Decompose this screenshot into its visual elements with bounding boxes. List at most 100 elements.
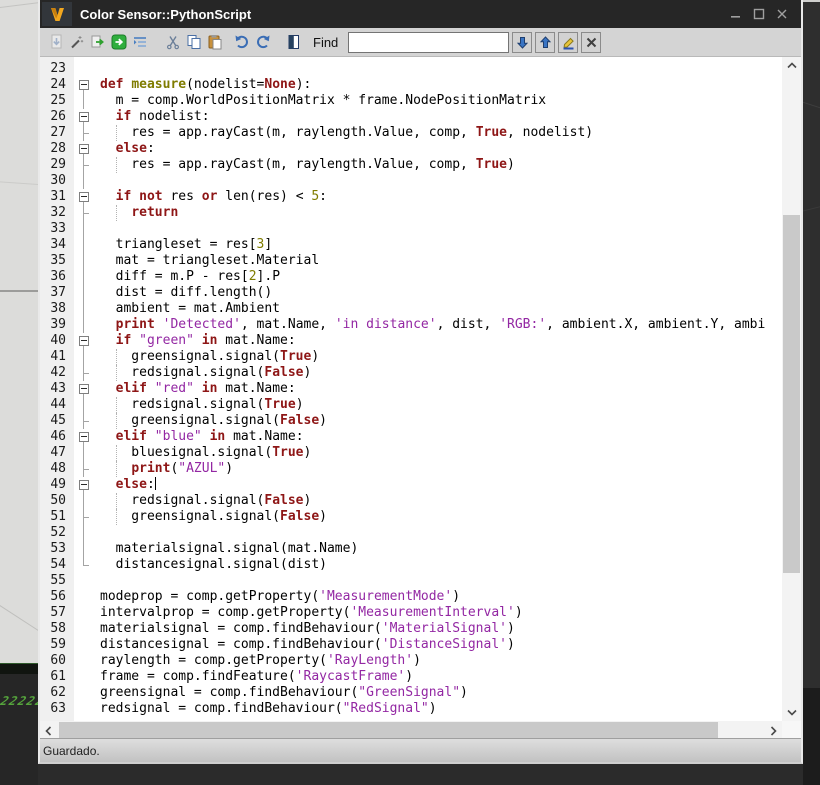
window-controls bbox=[728, 7, 789, 22]
line-number: 32 bbox=[40, 205, 74, 221]
fold-margin bbox=[74, 285, 96, 301]
background-right-strip bbox=[803, 0, 820, 785]
code-line[interactable]: 35 mat = triangleset.Material bbox=[40, 253, 782, 269]
horizontal-scroll-thumb[interactable] bbox=[59, 722, 718, 739]
line-number: 26 bbox=[40, 109, 74, 125]
clear-find-icon[interactable] bbox=[581, 32, 601, 53]
fold-margin bbox=[74, 605, 96, 621]
code-line[interactable]: 33 bbox=[40, 221, 782, 237]
code-line[interactable]: 39 print 'Detected', mat.Name, 'in dista… bbox=[40, 317, 782, 333]
cut-icon[interactable] bbox=[162, 31, 183, 53]
fold-margin bbox=[74, 397, 96, 413]
code-line[interactable]: 46 elif "blue" in mat.Name: bbox=[40, 429, 782, 445]
fold-margin bbox=[74, 669, 96, 685]
code-line[interactable]: 27 res = app.rayCast(m, raylength.Value,… bbox=[40, 125, 782, 141]
code-line[interactable]: 24def measure(nodelist=None): bbox=[40, 77, 782, 93]
code-line[interactable]: 52 bbox=[40, 525, 782, 541]
close-icon[interactable] bbox=[774, 7, 789, 22]
code-line[interactable]: 41 greensignal.signal(True) bbox=[40, 349, 782, 365]
code-line[interactable]: 43 elif "red" in mat.Name: bbox=[40, 381, 782, 397]
code-text: greensignal.signal(True) bbox=[96, 349, 782, 365]
scroll-up-icon[interactable] bbox=[782, 57, 801, 74]
fold-marker[interactable] bbox=[74, 429, 96, 445]
code-text: if nodelist: bbox=[96, 109, 782, 125]
code-line[interactable]: 51 greensignal.signal(False) bbox=[40, 509, 782, 525]
maximize-icon[interactable] bbox=[751, 7, 766, 22]
code-text: mat = triangleset.Material bbox=[96, 253, 782, 269]
code-line[interactable]: 42 redsignal.signal(False) bbox=[40, 365, 782, 381]
fold-marker[interactable] bbox=[74, 109, 96, 125]
code-line[interactable]: 38 ambient = mat.Ambient bbox=[40, 301, 782, 317]
code-text: if "green" in mat.Name: bbox=[96, 333, 782, 349]
redo-icon[interactable] bbox=[252, 31, 273, 53]
code-line[interactable]: 44 redsignal.signal(True) bbox=[40, 397, 782, 413]
code-line[interactable]: 36 diff = m.P - res[2].P bbox=[40, 269, 782, 285]
checkin-icon bbox=[45, 31, 66, 53]
code-line[interactable]: 48 print("AZUL") bbox=[40, 461, 782, 477]
code-line[interactable]: 23 bbox=[40, 61, 782, 77]
code-line[interactable]: 34 triangleset = res[3] bbox=[40, 237, 782, 253]
fold-margin bbox=[74, 61, 96, 77]
code-line[interactable]: 32 return bbox=[40, 205, 782, 221]
code-line[interactable]: 25 m = comp.WorldPositionMatrix * frame.… bbox=[40, 93, 782, 109]
fold-marker[interactable] bbox=[74, 141, 96, 157]
code-line[interactable]: 30 bbox=[40, 173, 782, 189]
find-input[interactable] bbox=[348, 32, 509, 53]
code-line[interactable]: 50 redsignal.signal(False) bbox=[40, 493, 782, 509]
fold-margin bbox=[74, 589, 96, 605]
scroll-down-icon[interactable] bbox=[782, 704, 801, 721]
fold-marker[interactable] bbox=[74, 477, 96, 493]
code-line[interactable]: 45 greensignal.signal(False) bbox=[40, 413, 782, 429]
code-line[interactable]: 37 dist = diff.length() bbox=[40, 285, 782, 301]
vertical-scroll-thumb[interactable] bbox=[783, 215, 800, 573]
new-document-icon[interactable] bbox=[283, 31, 304, 53]
fold-margin bbox=[74, 317, 96, 333]
fold-margin bbox=[74, 269, 96, 285]
code-line[interactable]: 63redsignal = comp.findBehaviour("RedSig… bbox=[40, 701, 782, 717]
code-line[interactable]: 54 distancesignal.signal(dist) bbox=[40, 557, 782, 573]
code-text: greensignal = comp.findBehaviour("GreenS… bbox=[96, 685, 782, 701]
code-line[interactable]: 29 res = app.rayCast(m, raylength.Value,… bbox=[40, 157, 782, 173]
fold-marker[interactable] bbox=[74, 381, 96, 397]
indent-icon[interactable] bbox=[129, 31, 150, 53]
code-line[interactable]: 59distancesignal = comp.findBehaviour('D… bbox=[40, 637, 782, 653]
minimize-icon[interactable] bbox=[728, 7, 743, 22]
run-icon[interactable] bbox=[108, 31, 129, 53]
highlight-all-icon[interactable] bbox=[558, 32, 578, 53]
code-line[interactable]: 55 bbox=[40, 573, 782, 589]
fold-marker[interactable] bbox=[74, 77, 96, 93]
code-line[interactable]: 58materialsignal = comp.findBehaviour('M… bbox=[40, 621, 782, 637]
toolbar: Find bbox=[40, 28, 801, 57]
code-line[interactable]: 26 if nodelist: bbox=[40, 109, 782, 125]
code-line[interactable]: 62greensignal = comp.findBehaviour("Gree… bbox=[40, 685, 782, 701]
syntax-wand-icon[interactable] bbox=[66, 31, 87, 53]
code-line[interactable]: 60raylength = comp.getProperty('RayLengt… bbox=[40, 653, 782, 669]
find-previous-icon[interactable] bbox=[535, 32, 555, 53]
code-line[interactable]: 61frame = comp.findFeature('RaycastFrame… bbox=[40, 669, 782, 685]
code-line[interactable]: 56modeprop = comp.getProperty('Measureme… bbox=[40, 589, 782, 605]
fold-marker[interactable] bbox=[74, 333, 96, 349]
fold-margin bbox=[74, 557, 96, 573]
code-line[interactable]: 31 if not res or len(res) < 5: bbox=[40, 189, 782, 205]
text-caret bbox=[155, 477, 156, 490]
code-line[interactable]: 47 bluesignal.signal(True) bbox=[40, 445, 782, 461]
line-number: 35 bbox=[40, 253, 74, 269]
background-dark-area bbox=[0, 674, 38, 785]
code-editor[interactable]: 2324def measure(nodelist=None):25 m = co… bbox=[40, 57, 801, 740]
code-line[interactable]: 28 else: bbox=[40, 141, 782, 157]
export-icon[interactable] bbox=[87, 31, 108, 53]
code-line[interactable]: 57intervalprop = comp.getProperty('Measu… bbox=[40, 605, 782, 621]
vertical-scrollbar[interactable] bbox=[782, 57, 801, 721]
undo-icon[interactable] bbox=[231, 31, 252, 53]
find-next-icon[interactable] bbox=[512, 32, 532, 53]
code-line[interactable]: 49 else: bbox=[40, 477, 782, 493]
fold-margin bbox=[74, 237, 96, 253]
code-pane[interactable]: 2324def measure(nodelist=None):25 m = co… bbox=[40, 57, 782, 721]
code-line[interactable]: 53 materialsignal.signal(mat.Name) bbox=[40, 541, 782, 557]
fold-marker[interactable] bbox=[74, 189, 96, 205]
line-number: 36 bbox=[40, 269, 74, 285]
code-line[interactable]: 40 if "green" in mat.Name: bbox=[40, 333, 782, 349]
copy-icon[interactable] bbox=[183, 31, 204, 53]
status-text: Guardado. bbox=[43, 744, 100, 758]
paste-icon[interactable] bbox=[204, 31, 225, 53]
